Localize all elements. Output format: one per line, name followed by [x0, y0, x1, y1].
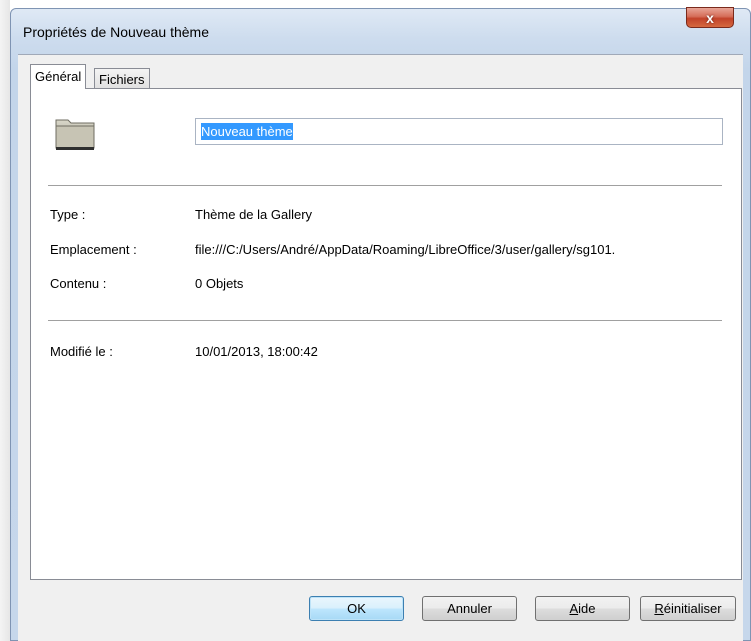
- tab-fichiers[interactable]: Fichiers: [94, 68, 150, 89]
- dialog-client-area: Général Fichiers Nouveau thème Type : Th…: [18, 54, 743, 641]
- reset-button-label: Réinitialiser: [654, 601, 721, 616]
- cancel-button-label: Annuler: [447, 601, 492, 616]
- close-button[interactable]: x: [686, 7, 734, 28]
- title-bar[interactable]: Propriétés de Nouveau thème x: [10, 7, 751, 54]
- content-value: 0 Objets: [195, 276, 244, 291]
- theme-name-selected-text: Nouveau thème: [201, 123, 293, 140]
- close-icon: x: [706, 9, 714, 26]
- separator-bottom: [48, 320, 722, 321]
- help-button-mnemonic: A: [569, 601, 579, 616]
- reset-button-label-rest: éinitialiser: [663, 601, 722, 616]
- tab-fichiers-label: Fichiers: [99, 71, 145, 87]
- help-button-label: Aide: [569, 601, 595, 616]
- reset-button[interactable]: Réinitialiser: [640, 596, 736, 621]
- content-label: Contenu :: [50, 276, 107, 291]
- modified-label: Modifié le :: [50, 344, 113, 359]
- ok-button[interactable]: OK: [309, 596, 404, 621]
- location-value: file:///C:/Users/André/AppData/Roaming/L…: [195, 242, 616, 257]
- tab-general[interactable]: Général: [30, 64, 87, 89]
- separator-top: [48, 185, 722, 186]
- type-label: Type :: [50, 207, 86, 222]
- modified-value: 10/01/2013, 18:00:42: [195, 344, 318, 359]
- type-value: Thème de la Gallery: [195, 207, 313, 222]
- tab-general-label: Général: [35, 68, 82, 84]
- window-title: Propriétés de Nouveau thème: [23, 24, 209, 40]
- help-button-label-rest: ide: [578, 601, 596, 616]
- help-button[interactable]: Aide: [535, 596, 630, 621]
- reset-button-mnemonic: R: [654, 601, 664, 616]
- tab-page-general: Nouveau thème Type : Thème de la Gallery…: [30, 88, 742, 580]
- folder-icon: [55, 119, 95, 150]
- cancel-button[interactable]: Annuler: [422, 596, 517, 621]
- theme-name-input[interactable]: Nouveau thème: [195, 118, 723, 145]
- ok-button-label: OK: [347, 601, 366, 616]
- location-label: Emplacement :: [50, 242, 137, 257]
- background-left-edge: [0, 0, 10, 641]
